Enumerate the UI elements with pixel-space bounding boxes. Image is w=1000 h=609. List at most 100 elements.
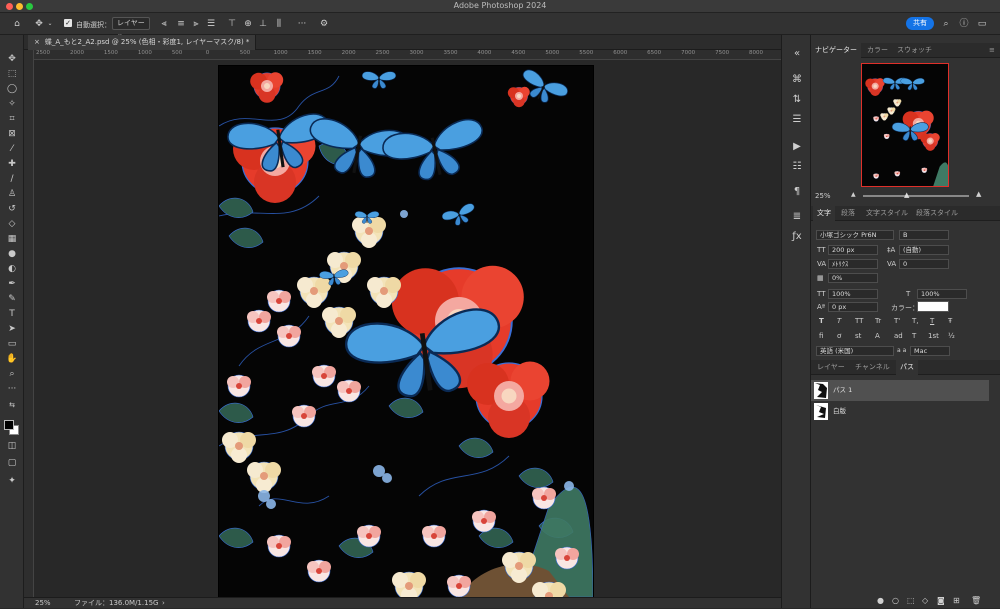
brush-tool-icon[interactable]: ∕ bbox=[5, 173, 19, 185]
auto-select-checkbox[interactable]: ✓ bbox=[64, 19, 72, 27]
info-panel-icon[interactable]: ☷ bbox=[790, 160, 804, 174]
more-options-icon[interactable]: ··· bbox=[296, 18, 308, 30]
font-family-select[interactable]: 小塚ゴシック Pr6N bbox=[816, 230, 894, 240]
fill-path-icon[interactable]: ● bbox=[877, 596, 884, 605]
antialias-select[interactable]: Mac bbox=[910, 346, 950, 356]
libraries-panel-icon[interactable]: ƒx bbox=[790, 230, 804, 244]
navigator-thumbnail[interactable] bbox=[861, 63, 949, 187]
adjustments-panel-icon[interactable]: ≣ bbox=[790, 210, 804, 224]
align-left-icon[interactable]: ⫷ bbox=[158, 18, 170, 30]
tab-layers[interactable]: レイヤー bbox=[817, 360, 845, 375]
language-select[interactable]: 英語 (米国) bbox=[816, 346, 894, 356]
pen-tool-icon[interactable]: ✒ bbox=[5, 278, 19, 290]
stroke-path-icon[interactable]: ○ bbox=[892, 596, 899, 605]
strikethrough-button[interactable]: Ŧ bbox=[948, 317, 952, 325]
tracking-field[interactable]: 0 bbox=[899, 259, 949, 269]
underline-button[interactable]: T bbox=[930, 317, 934, 325]
status-file-info[interactable]: ファイル：136.0M/1.15G bbox=[74, 598, 158, 609]
adjust-panel-icon[interactable]: ☰ bbox=[790, 113, 804, 127]
faux-bold-button[interactable]: T bbox=[819, 317, 824, 325]
zoom-in-icon[interactable]: ▲ bbox=[976, 190, 981, 198]
faux-italic-button[interactable]: T bbox=[837, 317, 841, 325]
document-tab[interactable]: × 蝶_A_もと2_A2.psd @ 25% (色相・彩度1, レイヤーマスク/8… bbox=[28, 35, 257, 50]
tab-channels[interactable]: チャンネル bbox=[855, 360, 890, 375]
path-item[interactable]: パス 1 bbox=[811, 380, 989, 401]
chevron-down-icon[interactable]: ⌄ bbox=[46, 18, 54, 30]
tab-color[interactable]: カラー bbox=[867, 43, 888, 58]
path-select-icon[interactable]: ➤ bbox=[5, 323, 19, 335]
help-icon[interactable]: ⓘ bbox=[958, 18, 970, 30]
share-button[interactable]: 共有 bbox=[906, 17, 934, 30]
artwork-canvas[interactable] bbox=[219, 66, 593, 597]
tab-paths[interactable]: パス bbox=[896, 360, 918, 375]
new-path-icon[interactable]: ⊞ bbox=[953, 596, 960, 605]
type-tool-icon[interactable]: T bbox=[5, 308, 19, 320]
ordinal-button[interactable]: 1st bbox=[928, 332, 939, 340]
swap-colors-icon[interactable]: ⇆ bbox=[5, 399, 19, 411]
search-icon[interactable]: ⌕ bbox=[940, 18, 952, 30]
kerning-field[interactable]: ﾒﾄﾘｸｽ bbox=[828, 259, 878, 269]
eraser-tool-icon[interactable]: ◇ bbox=[5, 218, 19, 230]
navigator-zoom[interactable]: 25% bbox=[815, 192, 831, 200]
load-selection-icon[interactable]: ⬚ bbox=[907, 596, 915, 605]
glyphs-panel-icon[interactable]: ¶ bbox=[790, 185, 804, 199]
subscript-button[interactable]: T, bbox=[912, 317, 919, 325]
fraction-button[interactable]: ½ bbox=[948, 332, 955, 340]
actions-play-icon[interactable]: ▶ bbox=[790, 140, 804, 154]
tab-character-styles[interactable]: 文字スタイル bbox=[866, 206, 908, 221]
tab-character[interactable]: 文字 bbox=[813, 206, 835, 221]
frame-tool-icon[interactable]: ⊠ bbox=[5, 128, 19, 140]
foreground-color-swatch[interactable] bbox=[4, 420, 14, 430]
superscript-button[interactable]: T' bbox=[894, 317, 900, 325]
eyedropper-icon[interactable]: ⁄ bbox=[5, 143, 19, 155]
status-arrow-icon[interactable]: › bbox=[162, 598, 165, 609]
navigator-zoom-slider[interactable] bbox=[863, 195, 969, 197]
panel-collapse-icon[interactable]: « bbox=[790, 47, 804, 61]
gear-icon[interactable]: ⚙ bbox=[318, 18, 330, 30]
ligature-button[interactable]: fi bbox=[819, 332, 823, 340]
history-brush-icon[interactable]: ↺ bbox=[5, 203, 19, 215]
distribute-icon[interactable]: ☰ bbox=[205, 18, 217, 30]
tab-navigator[interactable]: ナビゲーター bbox=[811, 43, 861, 58]
stamp-tool-icon[interactable]: ♙ bbox=[5, 188, 19, 200]
align-bottom-icon[interactable]: ⊥ bbox=[257, 18, 269, 30]
status-zoom[interactable]: 25% bbox=[35, 598, 51, 609]
history-panel-icon[interactable]: ⌘ bbox=[790, 73, 804, 87]
tab-paragraph[interactable]: 段落 bbox=[841, 206, 855, 221]
path-item[interactable]: 白版 bbox=[811, 401, 989, 422]
horizontal-scale-field[interactable]: 100% bbox=[917, 289, 967, 299]
generative-icon[interactable]: ✦ bbox=[5, 475, 19, 487]
workspace-icon[interactable]: ▭ bbox=[976, 18, 988, 30]
auto-select-target-dropdown[interactable]: レイヤー ⌄ bbox=[112, 17, 150, 38]
screen-mode-icon[interactable]: ▢ bbox=[5, 457, 19, 469]
text-color-swatch[interactable] bbox=[917, 301, 949, 312]
panel-menu-icon[interactable]: ≡ bbox=[989, 43, 995, 58]
pen-add-icon[interactable]: ✎ bbox=[5, 293, 19, 305]
make-path-icon[interactable]: ◇ bbox=[922, 596, 928, 605]
align-middle-icon[interactable]: ⊕ bbox=[242, 18, 254, 30]
discretionary-ligature-button[interactable]: st bbox=[855, 332, 861, 340]
marquee-tool-icon[interactable]: ⬚ bbox=[5, 68, 19, 80]
zoom-out-icon[interactable]: ▲ bbox=[851, 191, 856, 198]
baseline-shift-field[interactable]: 0 px bbox=[828, 302, 878, 312]
gradient-tool-icon[interactable]: ▦ bbox=[5, 233, 19, 245]
small-caps-button[interactable]: Tr bbox=[875, 317, 881, 325]
tab-paragraph-styles[interactable]: 段落スタイル bbox=[916, 206, 958, 221]
distribute-vertical-icon[interactable]: ⫼ bbox=[273, 18, 285, 30]
close-tab-icon[interactable]: × bbox=[34, 38, 40, 46]
alternate-ligature-button[interactable]: ơ bbox=[837, 332, 841, 340]
move-tool-icon[interactable]: ✥ bbox=[5, 53, 19, 65]
leading-field[interactable]: (自動) bbox=[899, 245, 949, 255]
blur-tool-icon[interactable]: ● bbox=[5, 248, 19, 260]
align-right-icon[interactable]: ⫸ bbox=[190, 18, 202, 30]
crop-tool-icon[interactable]: ⌗ bbox=[5, 113, 19, 125]
tsume-field[interactable]: 0% bbox=[828, 273, 878, 283]
dodge-tool-icon[interactable]: ◐ bbox=[5, 263, 19, 275]
font-size-field[interactable]: 200 px bbox=[828, 245, 878, 255]
navigator-zoom-handle[interactable]: ▲ bbox=[904, 191, 909, 199]
all-caps-button[interactable]: TT bbox=[855, 317, 863, 325]
hand-tool-icon[interactable]: ✋ bbox=[5, 353, 19, 365]
quick-mask-icon[interactable]: ◫ bbox=[5, 440, 19, 452]
lasso-tool-icon[interactable]: ◯ bbox=[5, 83, 19, 95]
zoom-tool-icon[interactable]: ⌕ bbox=[5, 368, 19, 380]
